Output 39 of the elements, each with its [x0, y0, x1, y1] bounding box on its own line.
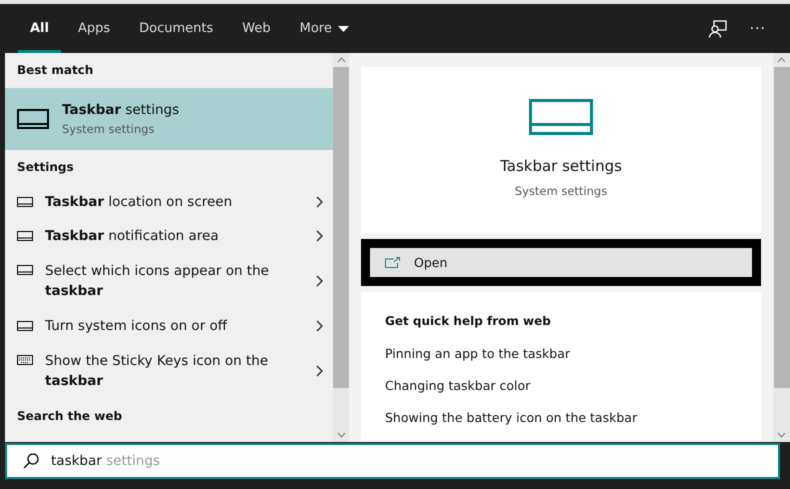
tab[interactable]: Apps — [66, 4, 122, 53]
chevron-right-icon — [316, 230, 323, 242]
open-button[interactable]: Open — [370, 248, 752, 277]
display-icon — [17, 265, 33, 275]
tab[interactable]: Documents — [127, 4, 226, 53]
display-icon — [17, 109, 49, 129]
preview-subtitle: System settings — [514, 184, 608, 198]
settings-result-item[interactable]: Select which icons appear on the taskbar — [5, 253, 333, 309]
section-heading: Settings — [16, 159, 75, 176]
display-icon — [17, 197, 33, 207]
scrollbar[interactable] — [773, 53, 790, 442]
search-field[interactable]: taskbar settings — [5, 443, 780, 479]
chevron-right-icon — [316, 320, 323, 332]
keyboard-icon — [17, 355, 33, 365]
display-icon — [17, 321, 33, 331]
search-icon — [23, 453, 39, 469]
tab[interactable]: Web — [230, 4, 283, 53]
settings-result-item[interactable]: Taskbar location on screen — [5, 185, 333, 219]
section-heading: Best match — [16, 62, 94, 79]
help-link[interactable]: Showing the battery icon on the taskbar — [385, 410, 737, 425]
display-icon — [529, 99, 593, 135]
help-link[interactable]: Pinning an app to the taskbar — [385, 346, 737, 361]
chevron-right-icon — [316, 196, 323, 208]
chevron-right-icon — [316, 365, 323, 377]
feedback-icon[interactable] — [708, 18, 728, 38]
scrollbar[interactable] — [333, 53, 349, 442]
display-icon — [17, 231, 33, 241]
settings-result-item[interactable]: Turn system icons on or off — [5, 309, 333, 343]
help-heading: Get quick help from web — [385, 314, 552, 328]
section-heading: Search the web — [16, 408, 124, 425]
settings-result-item[interactable]: Taskbar notification area — [5, 219, 333, 253]
best-match-item[interactable]: Taskbar settings System settings — [5, 88, 333, 150]
settings-result-item[interactable]: Show the Sticky Keys icon on the taskbar — [5, 343, 333, 399]
open-icon — [385, 257, 400, 268]
help-link[interactable]: Changing taskbar color — [385, 378, 737, 393]
chevron-right-icon — [316, 275, 323, 287]
tab[interactable]: More — [288, 4, 361, 53]
preview-title: Taskbar settings — [500, 157, 622, 175]
more-options-button[interactable]: ··· — [750, 20, 766, 36]
